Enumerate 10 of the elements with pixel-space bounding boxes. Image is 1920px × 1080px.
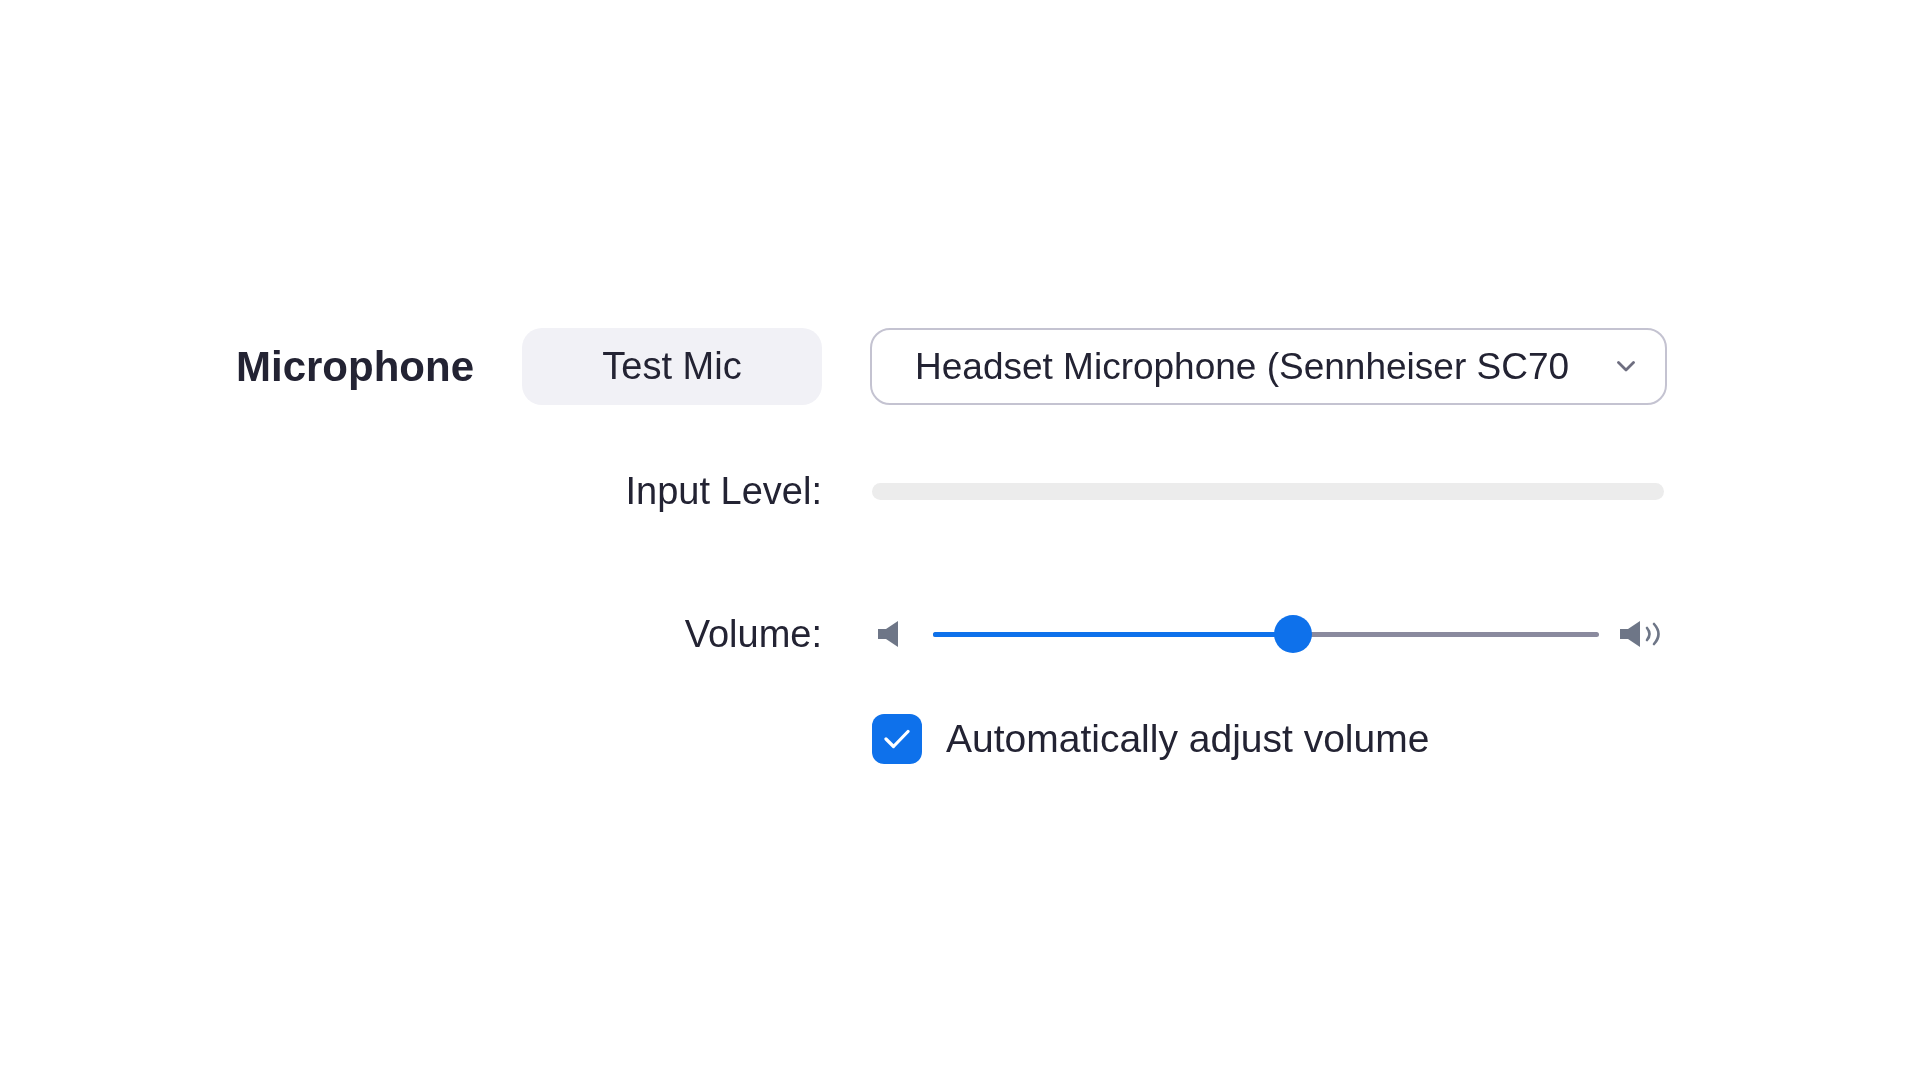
checkbox[interactable]: [872, 714, 922, 764]
checkbox-label: Automatically adjust volume: [946, 717, 1430, 761]
checkmark-icon: [884, 729, 910, 749]
slider-thumb[interactable]: [1273, 615, 1312, 653]
test-mic-button[interactable]: Test Mic: [522, 328, 822, 405]
input-level-label: Input Level:: [625, 469, 822, 513]
device-dropdown[interactable]: Headset Microphone (Sennheiser SC70: [870, 328, 1667, 405]
section-title: Microphone: [236, 342, 474, 391]
volume-label: Volume:: [684, 612, 822, 656]
chevron-down-icon: [1617, 361, 1635, 372]
